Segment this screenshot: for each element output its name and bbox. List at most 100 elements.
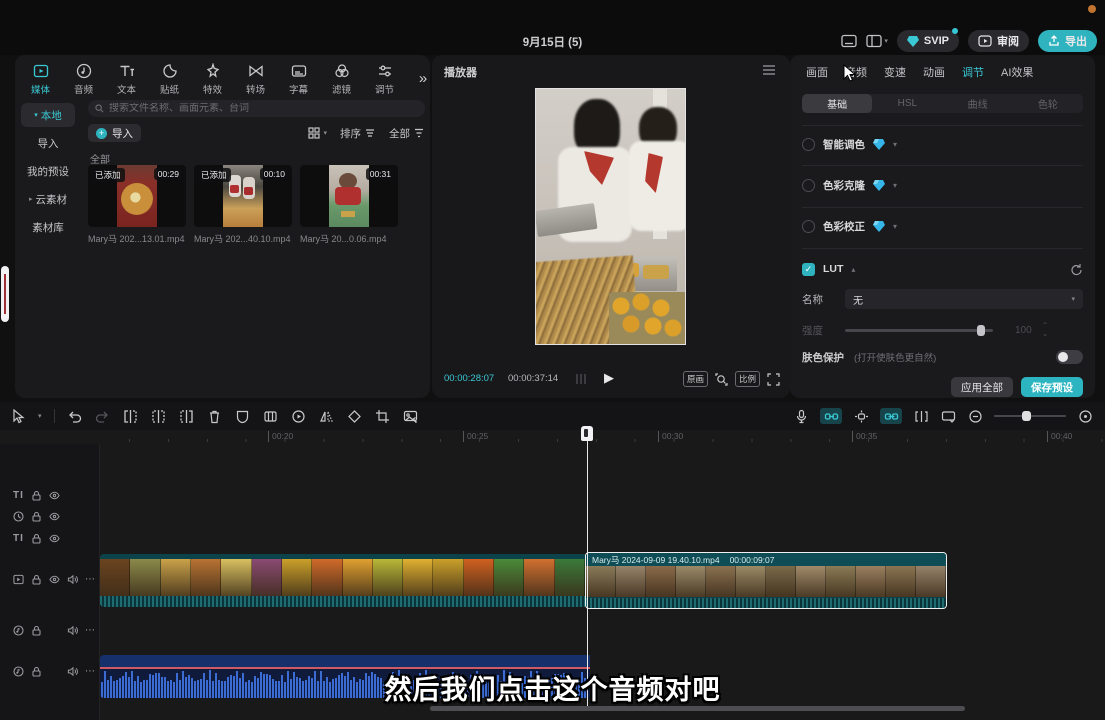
tab-adjust-active[interactable]: 调节 xyxy=(962,64,984,80)
filter-all-button[interactable]: 全部 xyxy=(389,126,425,141)
tab-speed[interactable]: 变速 xyxy=(884,64,906,80)
video-preview[interactable] xyxy=(535,88,686,345)
tab-adjust[interactable]: 调节 xyxy=(363,59,406,96)
split-right-button[interactable] xyxy=(179,408,195,424)
linkage-button[interactable] xyxy=(880,408,902,424)
media-card[interactable]: 00:31 Mary马 20...0.06.mp4 xyxy=(300,165,398,245)
media-card[interactable]: 已添加 00:10 Mary马 202...40.10.mp4 xyxy=(194,165,292,245)
tab-captions[interactable]: 字幕 xyxy=(277,59,320,96)
save-preset-button[interactable]: 保存预设 xyxy=(1021,377,1083,397)
chevron-down-icon[interactable]: ▾ xyxy=(38,412,42,420)
lock-icon[interactable] xyxy=(31,490,42,501)
lock-icon[interactable] xyxy=(31,511,42,522)
video-clip-2-selected[interactable]: Mary马 2024-09-09 19.40.10.mp4 00:00:09:0… xyxy=(585,552,947,609)
tab-effects[interactable]: 特效 xyxy=(191,59,234,96)
speaker-icon[interactable] xyxy=(67,625,78,636)
speaker-icon[interactable] xyxy=(67,574,78,585)
delete-button[interactable] xyxy=(207,408,223,424)
subtab-hsl[interactable]: HSL xyxy=(872,94,942,113)
media-thumbnail[interactable]: 已添加 00:10 xyxy=(194,165,292,227)
playhead-line[interactable] xyxy=(587,428,588,706)
smart-color-toggle[interactable] xyxy=(802,138,815,151)
chevron-down-icon[interactable]: ▾ xyxy=(893,140,897,149)
redo-button[interactable] xyxy=(95,408,111,424)
tab-audio[interactable]: 音频 xyxy=(62,59,105,96)
speed-button[interactable] xyxy=(291,408,307,424)
timeline-ruler[interactable]: 00:20 00:25 00:30 00:35 00:40 xyxy=(100,430,1105,444)
mirror-button[interactable] xyxy=(319,408,335,424)
zoom-fit-button[interactable] xyxy=(1077,408,1093,424)
rotate-button[interactable] xyxy=(347,408,363,424)
lock-icon[interactable] xyxy=(31,625,42,636)
search-input[interactable] xyxy=(109,103,418,114)
lock-icon[interactable] xyxy=(31,574,42,585)
lut-checkbox[interactable]: ✓ xyxy=(802,263,815,276)
media-card[interactable]: 已添加 00:29 Mary马 202...13.01.mp4 xyxy=(88,165,186,245)
tab-ai-effects[interactable]: AI效果 xyxy=(1001,64,1033,80)
color-correct-toggle[interactable] xyxy=(802,220,815,233)
sidebar-item-presets[interactable]: 我的预设 xyxy=(21,159,75,183)
sidebar-item-local[interactable]: ▾ 本地 xyxy=(21,103,75,127)
play-button[interactable]: ▶ xyxy=(604,370,614,386)
ratio-button[interactable]: 比例 xyxy=(735,371,760,387)
tab-stickers[interactable]: 贴纸 xyxy=(148,59,191,96)
split-left-button[interactable] xyxy=(123,408,139,424)
eye-icon[interactable] xyxy=(49,490,60,501)
strength-slider[interactable] xyxy=(845,329,993,332)
sidebar-item-import[interactable]: 导入 xyxy=(21,131,75,155)
apply-all-button[interactable]: 应用全部 xyxy=(951,377,1013,397)
lut-name-select[interactable]: 无 ▾ xyxy=(845,289,1083,309)
split-button[interactable] xyxy=(151,408,167,424)
import-button[interactable]: + 导入 xyxy=(88,124,141,142)
sidebar-item-library[interactable]: 素材库 xyxy=(21,215,75,239)
record-voice-button[interactable] xyxy=(793,408,809,424)
quality-button[interactable]: 原画 xyxy=(683,371,708,387)
skin-protect-toggle[interactable] xyxy=(1056,350,1083,364)
tab-text[interactable]: 文本 xyxy=(105,59,148,96)
chevron-down-icon[interactable]: ▾ xyxy=(893,222,897,231)
tab-transitions[interactable]: 转场 xyxy=(234,59,277,96)
subtab-color-wheel[interactable]: 色轮 xyxy=(1013,94,1083,113)
preview-axis-button[interactable] xyxy=(913,408,929,424)
track-more-icon[interactable]: ⋯ xyxy=(85,574,96,585)
subtitle-panel-icon[interactable] xyxy=(841,34,857,48)
tab-media[interactable]: 媒体 xyxy=(19,59,62,96)
zoom-out-button[interactable] xyxy=(967,408,983,424)
chevron-up-icon[interactable]: ▴ xyxy=(851,265,855,274)
tab-picture[interactable]: 画面 xyxy=(806,64,828,80)
eye-icon[interactable] xyxy=(49,574,60,585)
media-thumbnail[interactable]: 已添加 00:29 xyxy=(88,165,186,227)
eye-icon[interactable] xyxy=(49,533,60,544)
auto-snap-button[interactable] xyxy=(853,408,869,424)
select-tool-button[interactable] xyxy=(10,408,26,424)
lock-icon[interactable] xyxy=(31,533,42,544)
layout-switch-icon[interactable]: ▾ xyxy=(866,34,888,48)
export-frame-button[interactable] xyxy=(403,408,419,424)
color-clone-toggle[interactable] xyxy=(802,179,815,192)
frame-step-icon[interactable] xyxy=(574,373,590,385)
preview-zoom-icon[interactable] xyxy=(715,373,728,386)
playhead-handle[interactable] xyxy=(581,426,593,441)
tab-animation[interactable]: 动画 xyxy=(923,64,945,80)
subtab-basic[interactable]: 基础 xyxy=(802,94,872,113)
timeline-zoom-slider[interactable] xyxy=(994,415,1066,417)
stepper-icon[interactable]: ⌃⌄ xyxy=(1042,322,1049,338)
svip-button[interactable]: SVIP xyxy=(897,30,959,52)
main-track-magnet-button[interactable] xyxy=(820,408,842,424)
chevron-down-icon[interactable]: ▾ xyxy=(893,181,897,190)
sort-button[interactable]: 排序 xyxy=(340,126,376,141)
review-button[interactable]: 审阅 xyxy=(968,30,1029,52)
sidebar-item-cloud[interactable]: ▸ 云素材 xyxy=(21,187,75,211)
player-menu-icon[interactable] xyxy=(762,65,776,75)
tab-filters[interactable]: 滤镜 xyxy=(320,59,363,96)
track-more-icon[interactable]: ⋯ xyxy=(85,625,96,636)
subtab-curves[interactable]: 曲线 xyxy=(943,94,1013,113)
crop-button[interactable] xyxy=(375,408,391,424)
video-clip-1[interactable] xyxy=(100,554,585,607)
zoom-slider-knob[interactable] xyxy=(1022,411,1031,421)
undo-button[interactable] xyxy=(67,408,83,424)
export-button[interactable]: 导出 xyxy=(1038,30,1097,52)
preview-quality-button[interactable] xyxy=(940,408,956,424)
view-mode-button[interactable]: ▾ xyxy=(308,127,327,139)
reset-icon[interactable] xyxy=(1070,263,1083,276)
